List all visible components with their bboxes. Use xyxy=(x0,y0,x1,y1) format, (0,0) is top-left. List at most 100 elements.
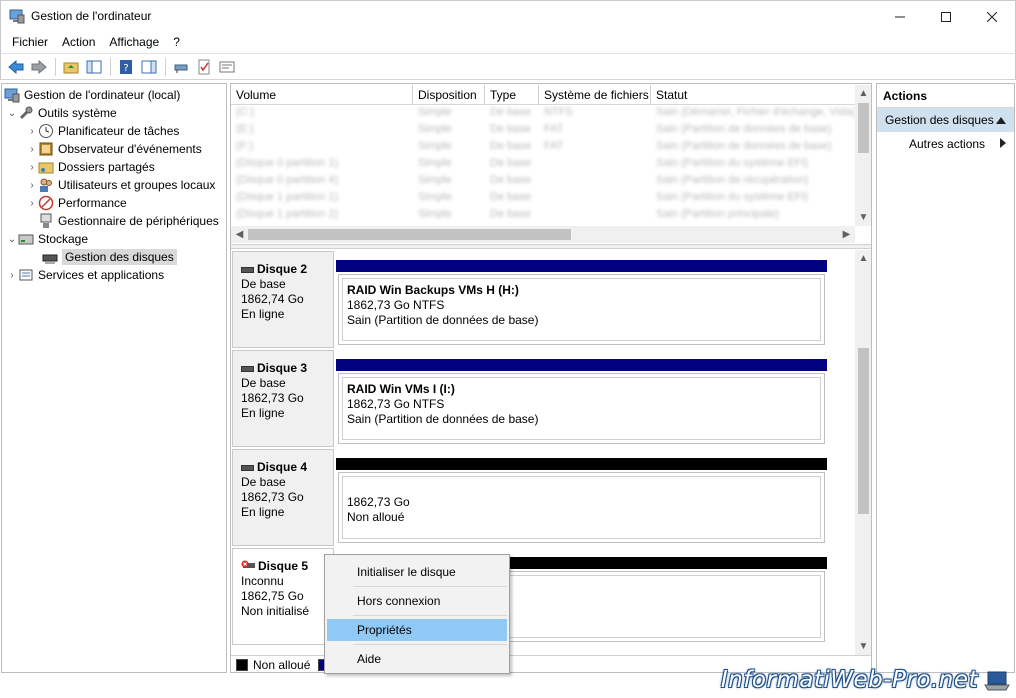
show-hide-tree-button[interactable] xyxy=(83,57,105,77)
disk-label[interactable]: Disque 3 De base 1862,73 Go En ligne xyxy=(232,350,334,447)
partition-status: Non alloué xyxy=(347,510,405,524)
scrollbar-thumb[interactable] xyxy=(248,229,571,240)
partition-size: 1862,73 Go xyxy=(347,495,410,509)
partition-size: 1862,73 Go NTFS xyxy=(347,397,445,411)
disk-label[interactable]: Disque 2 De base 1862,74 Go En ligne xyxy=(232,251,334,348)
table-row[interactable]: (Disque 0 partition 1) Simple De base Sain … xyxy=(231,157,855,174)
disk-type: De base xyxy=(241,277,286,291)
table-row[interactable]: (E:) Simple De base FAT Sain (Partition de d… xyxy=(231,123,855,140)
tree-item-task-scheduler[interactable]: › Planificateur de tâches xyxy=(26,122,179,140)
scrollbar-thumb[interactable] xyxy=(858,103,869,153)
tree-item-local-users[interactable]: › Utilisateurs et groupes locaux xyxy=(26,176,215,194)
collapse-icon[interactable]: ⌄ xyxy=(6,234,18,245)
help-button[interactable]: ? xyxy=(115,57,137,77)
table-row[interactable]: (C:) Simple De base NTFS Sain (Démarrer, Fic… xyxy=(231,106,855,123)
partition[interactable]: 1862,73 Go Non alloué xyxy=(336,458,827,543)
forward-button[interactable] xyxy=(28,57,50,77)
disk-row: Disque 3 De base 1862,73 Go En ligne RAI… xyxy=(231,349,855,448)
folder-up-icon xyxy=(63,62,79,73)
watermark-text: InformatiWeb-Pro.net xyxy=(720,667,978,693)
tree-item-storage[interactable]: ⌄ Stockage xyxy=(6,230,88,248)
menu-help[interactable]: ? xyxy=(166,35,187,49)
expand-icon[interactable]: › xyxy=(6,270,18,281)
properties-button[interactable] xyxy=(216,57,238,77)
collapse-up-icon[interactable] xyxy=(996,113,1006,127)
scrollbar-thumb[interactable] xyxy=(858,348,869,514)
tree-item-shared-folders[interactable]: › Dossiers partagés xyxy=(26,158,154,176)
menu-separator xyxy=(353,586,507,587)
menu-affichage[interactable]: Affichage xyxy=(102,35,166,49)
scroll-down-icon[interactable]: ▼ xyxy=(855,638,871,655)
partition-bar xyxy=(336,458,827,470)
table-row[interactable]: (Disque 0 partition 4) Simple De base Sain … xyxy=(231,174,855,191)
column-status[interactable]: Statut xyxy=(651,85,855,105)
volume-list-hscrollbar[interactable]: ◀ ▶ xyxy=(231,226,855,243)
maximize-button[interactable] xyxy=(923,1,969,32)
tree-label: Planificateur de tâches xyxy=(58,124,180,138)
tree-item-root[interactable]: Gestion de l'ordinateur (local) xyxy=(4,86,180,104)
disk-size: 1862,75 Go xyxy=(241,589,304,603)
tree-label: Services et applications xyxy=(38,268,165,282)
menu-fichier[interactable]: Fichier xyxy=(5,35,55,49)
disk-size: 1862,73 Go xyxy=(241,490,304,504)
close-button[interactable] xyxy=(969,1,1015,32)
volume-list-scrollbar[interactable]: ▲ ▼ xyxy=(855,85,871,226)
disk-icon xyxy=(241,266,254,273)
back-arrow-icon xyxy=(8,59,24,74)
actions-pane: Actions Gestion des disques Autres actio… xyxy=(876,83,1015,673)
actions-section-label: Gestion des disques xyxy=(885,113,994,127)
close-icon xyxy=(987,11,997,22)
ctx-initialize-disk[interactable]: Initialiser le disque xyxy=(327,561,507,583)
collapse-icon[interactable]: ⌄ xyxy=(6,108,18,119)
tree-label: Stockage xyxy=(38,232,89,246)
scroll-left-icon[interactable]: ◀ xyxy=(231,226,248,243)
minimize-icon xyxy=(895,16,905,17)
expand-icon[interactable]: › xyxy=(26,180,38,191)
tree-item-services[interactable]: › Services et applications xyxy=(6,266,164,284)
pane-splitter[interactable] xyxy=(231,244,871,249)
ctx-help[interactable]: Aide xyxy=(327,648,507,670)
partition[interactable]: RAID Win Backups VMs H (H:) 1862,73 Go N… xyxy=(336,260,827,345)
more-actions-item[interactable]: Autres actions xyxy=(877,132,1014,156)
column-file-system[interactable]: Système de fichiers xyxy=(539,85,651,105)
back-button[interactable] xyxy=(5,57,27,77)
scroll-down-icon[interactable]: ▼ xyxy=(855,209,871,226)
tree-item-event-viewer[interactable]: › Observateur d'événements xyxy=(26,140,201,158)
ctx-offline[interactable]: Hors connexion xyxy=(327,590,507,612)
connect-button[interactable] xyxy=(170,57,192,77)
scroll-right-icon[interactable]: ▶ xyxy=(838,226,855,243)
actions-section-disk-management[interactable]: Gestion des disques xyxy=(877,108,1014,132)
uninitialized-disk-icon xyxy=(241,559,255,574)
partition[interactable]: RAID Win VMs I (I:) 1862,73 Go NTFS Sain… xyxy=(336,359,827,444)
check-button[interactable] xyxy=(193,57,215,77)
column-volume[interactable]: Volume xyxy=(231,85,413,105)
menu-action[interactable]: Action xyxy=(55,35,102,49)
actions-title: Actions xyxy=(877,84,1014,108)
column-disposition[interactable]: Disposition xyxy=(413,85,485,105)
services-icon xyxy=(18,267,34,283)
ctx-properties[interactable]: Propriétés xyxy=(327,619,507,641)
expand-icon[interactable]: › xyxy=(26,162,38,173)
scroll-up-icon[interactable]: ▲ xyxy=(855,85,871,102)
disk-label[interactable]: Disque 5 Inconnu 1862,75 Go Non initiali… xyxy=(232,548,334,645)
scroll-up-icon[interactable]: ▲ xyxy=(855,250,871,267)
disk-view-scrollbar[interactable]: ▲ ▼ xyxy=(855,250,871,655)
tree-item-performance[interactable]: › Performance xyxy=(26,194,127,212)
volume-list: (C:) Simple De base NTFS Sain (Démarrer, Fic… xyxy=(231,106,855,226)
column-type[interactable]: Type xyxy=(485,85,539,105)
expand-icon[interactable]: › xyxy=(26,144,38,155)
show-hide-action-pane-button[interactable] xyxy=(138,57,160,77)
tree-item-system-tools[interactable]: ⌄ Outils système xyxy=(6,104,117,122)
disk-label[interactable]: Disque 4 De base 1862,73 Go En ligne xyxy=(232,449,334,546)
laptop-logo-icon xyxy=(984,670,1010,692)
minimize-button[interactable] xyxy=(877,1,923,32)
table-row[interactable]: (Disque 1 partition 1) Simple De base Sain … xyxy=(231,191,855,208)
up-folder-button[interactable] xyxy=(60,57,82,77)
connect-icon xyxy=(174,64,188,73)
expand-icon[interactable]: › xyxy=(26,126,38,137)
table-row[interactable]: (F:) Simple De base FAT Sain (Partition de d… xyxy=(231,140,855,157)
table-row[interactable]: (Disque 1 partition 2) Simple De base Sain … xyxy=(231,208,855,225)
tree-item-device-manager[interactable]: Gestionnaire de périphériques xyxy=(38,212,219,230)
expand-icon[interactable]: › xyxy=(26,198,38,209)
tree-item-disk-management[interactable]: Gestion des disques xyxy=(42,248,177,266)
